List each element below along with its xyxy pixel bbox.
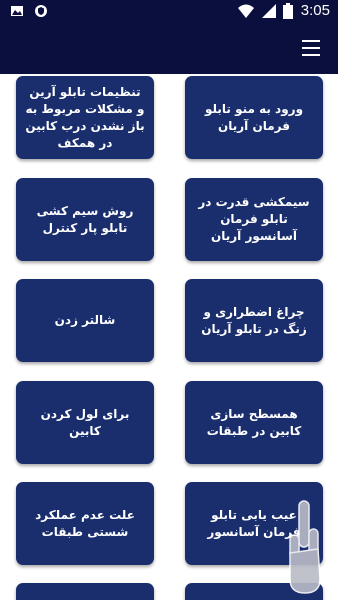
app-bar [0, 24, 338, 74]
clock: 3:05 [300, 2, 330, 19]
topic-card-cabin-leveling[interactable]: برای لول کردن کابین [16, 381, 154, 464]
sim-icon [261, 3, 276, 18]
topic-card-aryan-power-wiring[interactable]: سیمکشی قدرت در تابلو فرمان آسانسور آریان [185, 178, 323, 261]
topic-grid: تنظیمات تابلو آرین و مشکلات مربوط به باز… [0, 74, 338, 600]
topic-card-floor-button-failure[interactable]: علت عدم عملکرد شستی طبقات [16, 482, 154, 565]
topic-card-cabin-floor-leveling[interactable]: همسطح سازی کابین در طبقات [185, 381, 323, 464]
topic-card-aryan-menu-entry[interactable]: ورود به منو تابلو فرمان آریان [185, 76, 323, 159]
topic-card-emergency-light-bell[interactable]: چراغ اضطراری و زنگ در تابلو آریان [185, 279, 323, 362]
image-icon [11, 6, 23, 16]
topic-card-aryan-settings-door[interactable]: تنظیمات تابلو آرین و مشکلات مربوط به باز… [16, 76, 154, 159]
wifi-icon [237, 4, 254, 18]
topic-card-troubleshooting[interactable]: عیب یابی تابلو فرمان آسانسور [185, 482, 323, 565]
topic-card-parcontrol-wiring[interactable]: روش سیم کشی تابلو پار کنترل [16, 178, 154, 261]
battery-icon [282, 2, 293, 19]
hamburger-menu-icon[interactable] [302, 40, 322, 56]
topic-card-next-left[interactable] [16, 583, 154, 600]
topic-card-shalter[interactable]: شالتر زدن [16, 279, 154, 362]
shield-icon [35, 5, 47, 17]
topic-card-next-right[interactable] [185, 583, 323, 600]
status-bar: 3:05 [0, 0, 338, 24]
